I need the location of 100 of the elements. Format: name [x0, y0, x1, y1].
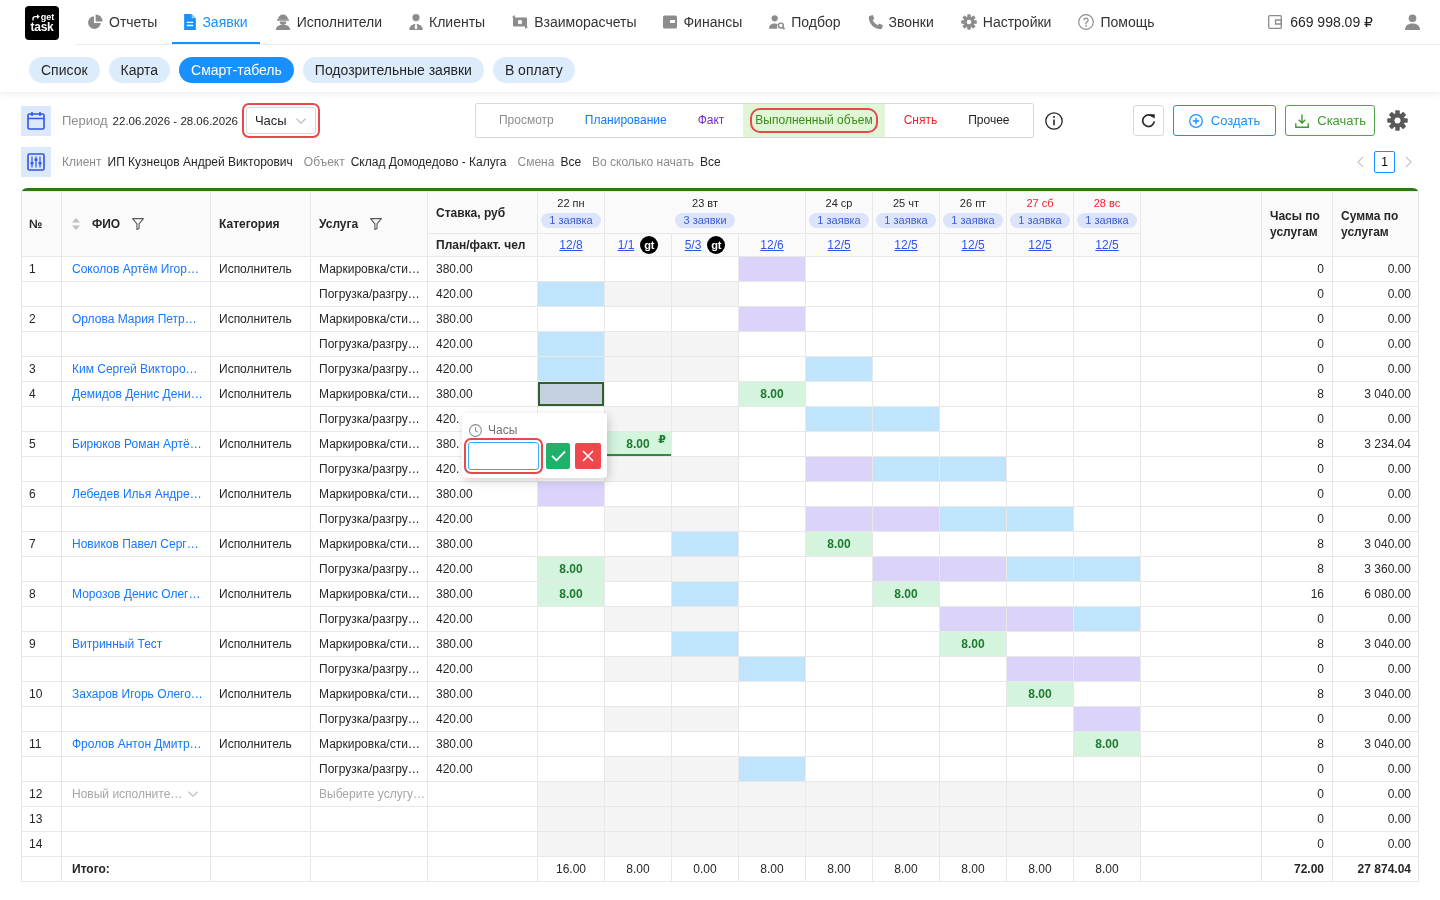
- table-cell: 0: [1261, 606, 1333, 632]
- filter-value: Все: [560, 155, 582, 169]
- mode-tab[interactable]: Выполненный объем: [743, 104, 885, 137]
- filter-icon[interactable]: [132, 218, 145, 230]
- nav-item[interactable]: Подбор: [757, 0, 853, 44]
- settings-icon[interactable]: [1387, 110, 1408, 131]
- table-cell: Погрузка/разгру…: [310, 706, 428, 732]
- table-cell: Исполнитель: [210, 256, 311, 282]
- table-cell: 7: [21, 531, 62, 557]
- table-cell: Погрузка/разгру…: [310, 456, 428, 482]
- sort-icon[interactable]: [72, 218, 80, 230]
- mode-tab[interactable]: Снять: [891, 104, 950, 137]
- table-cell: 27 874.04: [1332, 856, 1419, 882]
- filter-value: Склад Домодедово - Калуга: [350, 155, 507, 169]
- table-cell: 3 040.00: [1332, 681, 1419, 707]
- nav-item[interactable]: Финансы: [651, 0, 755, 44]
- table-cell: Погрузка/разгру…: [310, 406, 428, 432]
- subtab[interactable]: В оплату: [492, 57, 575, 83]
- table-cell: 6 080.00: [1332, 581, 1419, 607]
- logo[interactable]: get task: [25, 5, 59, 40]
- filter-label: Во сколько начать: [592, 155, 694, 169]
- person-search-icon: [769, 14, 786, 30]
- table-cell: Исполнитель: [210, 681, 311, 707]
- plus-circle-icon: [1188, 113, 1203, 128]
- table-cell: 0: [1261, 406, 1333, 432]
- table-cell: 0: [1261, 706, 1333, 732]
- table-cell: Погрузка/разгру…: [310, 506, 428, 532]
- table-cell: Маркировка/сти…: [310, 481, 428, 507]
- mode-tab[interactable]: Планирование: [572, 104, 679, 137]
- request-count-badge: 1 заявка: [1010, 213, 1070, 228]
- table-cell: 3 040.00: [1332, 631, 1419, 657]
- day-label: 23 вт: [692, 197, 718, 210]
- table-cell: 3 040.00: [1332, 531, 1419, 557]
- table-cell: Погрузка/разгру…: [310, 281, 428, 307]
- mode-tab[interactable]: Факт: [685, 104, 737, 137]
- nav-item[interactable]: Отчеты: [75, 0, 170, 44]
- request-count-badge: 1 заявка: [541, 213, 601, 228]
- table-cell: 380.00: [427, 631, 538, 657]
- table-cell: 4: [21, 381, 62, 407]
- table-cell: 16.00: [537, 856, 605, 882]
- nav-item[interactable]: Заявки: [172, 0, 260, 44]
- table-cell: 420.00: [427, 656, 538, 682]
- request-count-badge: 1 заявка: [1077, 213, 1137, 228]
- nav-item[interactable]: Исполнители: [262, 0, 395, 44]
- logo-text: task: [30, 21, 54, 33]
- cancel-button[interactable]: [575, 443, 601, 469]
- balance-amount: 669 998.09 ₽: [1290, 14, 1373, 30]
- person-icon: [409, 14, 424, 30]
- sliders-icon[interactable]: [21, 147, 51, 177]
- filter-label: Объект: [303, 155, 345, 169]
- subtab[interactable]: Карта: [108, 57, 171, 83]
- subtab[interactable]: Список: [29, 57, 100, 83]
- nav-item[interactable]: Звонки: [855, 0, 946, 44]
- calendar-icon[interactable]: [21, 105, 51, 136]
- table-cell: Маркировка/сти…: [310, 381, 428, 407]
- table-cell: 5: [21, 431, 62, 457]
- refresh-button[interactable]: [1132, 105, 1164, 136]
- request-count-badge: 1 заявка: [809, 213, 869, 228]
- filter-value: ИП Кузнецов Андрей Викторович: [107, 155, 293, 169]
- table-cell: Маркировка/сти…: [310, 581, 428, 607]
- table-cell: 0: [1261, 506, 1333, 532]
- nav-item[interactable]: Взаиморасчеты: [500, 0, 649, 44]
- table-cell: 0.00: [1332, 406, 1419, 432]
- create-button[interactable]: Создать: [1172, 105, 1277, 136]
- subtab[interactable]: Смарт-табель: [179, 57, 294, 83]
- download-button[interactable]: Скачать: [1285, 105, 1375, 136]
- table-cell: 0.00: [1332, 656, 1419, 682]
- mode-tab[interactable]: Просмотр: [486, 104, 566, 137]
- table-cell: 380.00: [427, 381, 538, 407]
- page-button[interactable]: 1: [1374, 151, 1395, 173]
- column-header: Сумма по услугам: [1341, 209, 1399, 239]
- table-cell: 420.00: [427, 281, 538, 307]
- nav-item[interactable]: Помощь: [1066, 0, 1167, 44]
- subtab[interactable]: Подозрительные заявки: [302, 57, 484, 83]
- filter-icon[interactable]: [370, 218, 383, 230]
- table-cell: 420.00: [427, 606, 538, 632]
- table-cell: 8.00: [604, 856, 672, 882]
- nav-item[interactable]: Настройки: [948, 0, 1064, 44]
- table-cell: Исполнитель: [210, 481, 311, 507]
- day-label: 24 ср: [825, 197, 853, 210]
- table-cell: 0.00: [1332, 481, 1419, 507]
- table-cell: 0: [1261, 256, 1333, 282]
- caret-icon: [188, 791, 198, 797]
- table-cell: 3: [21, 356, 62, 382]
- table-cell: 8: [21, 581, 62, 607]
- table-cell: Маркировка/сти…: [310, 306, 428, 332]
- request-link[interactable]: 5/3: [684, 238, 702, 252]
- request-link[interactable]: 1/1: [617, 238, 635, 252]
- mode-tab[interactable]: Прочее: [956, 104, 1022, 137]
- table-cell: Исполнитель: [210, 306, 311, 332]
- table-cell: 380.00: [427, 681, 538, 707]
- table-cell: 0.00: [1332, 256, 1419, 282]
- user-icon[interactable]: [1405, 14, 1420, 30]
- table-cell: 13: [21, 806, 62, 832]
- confirm-button[interactable]: [546, 443, 570, 469]
- table-cell: 72.00: [1261, 856, 1333, 882]
- table-cell: 380.00: [427, 731, 538, 757]
- table-cell: 0: [1261, 831, 1333, 857]
- table-cell: 0.00: [1332, 806, 1419, 832]
- nav-item[interactable]: Клиенты: [397, 0, 498, 44]
